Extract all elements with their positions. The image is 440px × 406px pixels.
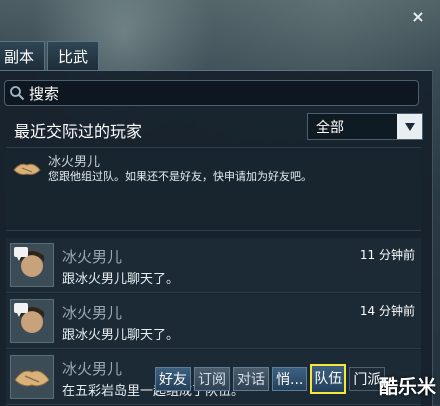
tab-dungeon[interactable]: 副本 (0, 41, 46, 71)
player-name[interactable]: 冰火男儿 (62, 246, 122, 267)
filter-dropdown[interactable]: 全部 (307, 113, 423, 140)
team-invite-button[interactable]: 队伍 (310, 364, 347, 394)
search-icon (5, 81, 29, 105)
whisper-button[interactable]: 悄... (272, 367, 308, 391)
add-friend-button[interactable]: 好友 (155, 367, 191, 391)
watermark-logo: 酷乐米 (378, 376, 436, 398)
subscribe-button[interactable]: 订阅 (194, 367, 230, 391)
player-name[interactable]: 冰火男儿 (62, 302, 122, 323)
context-action-bar: 好友 订阅 对话 悄... 队伍 门派 (155, 364, 388, 394)
list-item[interactable]: 冰火男儿 跟冰火男儿聊天了。 14 分钟前 (6, 294, 421, 349)
handshake-icon (12, 156, 42, 182)
timestamp: 14 分钟前 (359, 304, 415, 318)
avatar[interactable] (10, 299, 54, 343)
handshake-icon[interactable] (10, 355, 54, 399)
team-notice: 冰火男儿 您跟他组过队。如果还不是好友，快申请加为好友吧。 (6, 147, 421, 231)
filter-selected-value: 全部 (316, 119, 344, 136)
tab-duel[interactable]: 比武 (47, 41, 100, 71)
search-input[interactable]: 搜索 (4, 80, 419, 106)
avatar[interactable] (10, 243, 54, 287)
section-title: 最近交际过的玩家 (14, 122, 143, 141)
chat-button[interactable]: 对话 (233, 367, 269, 391)
notice-message: 您跟他组过队。如果还不是好友，快申请加为好友吧。 (48, 170, 312, 183)
search-placeholder: 搜索 (29, 84, 60, 103)
activity-message: 跟冰火男儿聊天了。 (62, 272, 180, 287)
close-icon[interactable]: × (410, 9, 426, 25)
list-item[interactable]: 冰火男儿 跟冰火男儿聊天了。 11 分钟前 (6, 238, 421, 293)
chevron-down-icon[interactable] (397, 114, 422, 139)
activity-message: 跟冰火男儿聊天了。 (62, 328, 180, 343)
tab-bar: 副本 比武 (0, 41, 101, 71)
timestamp: 11 分钟前 (359, 248, 415, 262)
player-name[interactable]: 冰火男儿 (62, 358, 122, 379)
